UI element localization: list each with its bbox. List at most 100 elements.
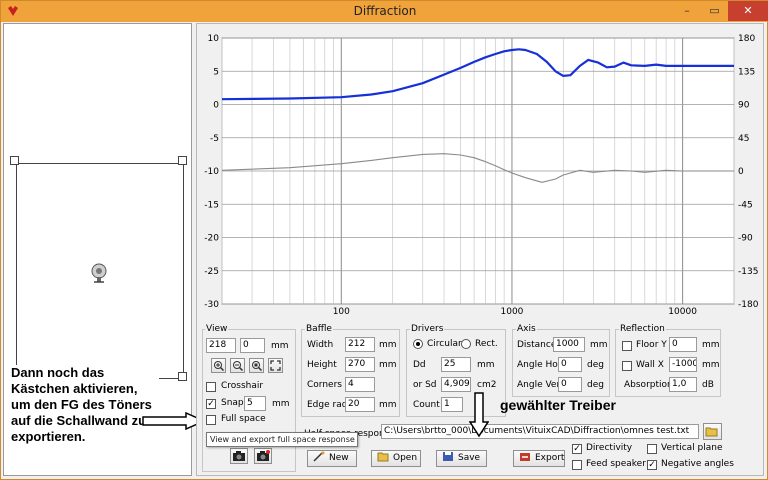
x-tick-label: 100 xyxy=(333,307,350,316)
zoom-in-icon xyxy=(214,361,225,372)
export-button[interactable]: Export xyxy=(513,450,565,467)
screenshot-button[interactable] xyxy=(230,448,248,464)
directivity-label: Directivity xyxy=(586,443,633,453)
count-label: Count xyxy=(413,400,440,410)
window-title: Diffraction xyxy=(353,4,417,18)
zoom-extents-button[interactable] xyxy=(268,358,283,373)
baffle-height-unit: mm xyxy=(379,360,397,370)
axis-group-label: Axis xyxy=(516,324,537,334)
coord-unit: mm xyxy=(271,341,289,351)
circular-label: Circular xyxy=(427,339,462,349)
distance-field[interactable]: 1000 xyxy=(553,337,585,352)
negative-angles-checkbox[interactable]: ✓ xyxy=(647,460,657,470)
angle-hor-unit: deg xyxy=(587,360,604,370)
baffle-corners-field[interactable]: 4 xyxy=(345,377,375,392)
y2-tick-label: -90 xyxy=(738,234,753,244)
maximize-button[interactable]: ▭ xyxy=(701,1,728,21)
zoom-out-button[interactable] xyxy=(230,358,245,373)
floor-field[interactable]: 0 xyxy=(669,337,697,352)
x-tick-label: 1000 xyxy=(501,307,524,316)
baffle-edge-field[interactable]: 20 xyxy=(345,397,375,412)
save-button-label: Save xyxy=(458,453,481,463)
snap-value-field[interactable]: 5 xyxy=(244,396,266,411)
title-bar[interactable]: Diffraction – ▭ ✕ xyxy=(1,1,768,22)
wall-checkbox[interactable] xyxy=(622,361,632,371)
y2-tick-label: -45 xyxy=(738,200,753,210)
annotation-export-note: Dann noch das Kästchen aktivieren, um de… xyxy=(9,365,159,445)
crosshair-checkbox[interactable] xyxy=(206,382,216,392)
resize-handle-top-right[interactable] xyxy=(178,156,187,165)
minimize-button[interactable]: – xyxy=(673,1,701,21)
baffle-width-field[interactable]: 212 xyxy=(345,337,375,352)
rect-radio[interactable] xyxy=(461,339,471,349)
directivity-checkbox[interactable]: ✓ xyxy=(572,444,582,454)
open-button[interactable]: Open xyxy=(371,450,421,467)
coord-y-field[interactable]: 0 xyxy=(240,338,265,353)
y2-tick-label: 45 xyxy=(738,134,749,144)
frequency-response-chart: 10 180 5 135 0 90 -5 45 -10 0 -15 -45 -20 -90 -25 -135 -… xyxy=(198,26,760,316)
angle-ver-label: Angle Ver xyxy=(517,380,561,390)
vertical-plane-checkbox[interactable] xyxy=(647,444,657,454)
new-button-label: New xyxy=(329,453,349,463)
y2-tick-label: -135 xyxy=(738,267,758,277)
camera-copy-icon xyxy=(257,450,270,461)
new-button[interactable]: New xyxy=(307,450,357,467)
floppy-disk-icon xyxy=(443,452,453,461)
y2-tick-label: 0 xyxy=(738,167,744,177)
screenshot-copy-button[interactable] xyxy=(254,448,272,464)
resize-handle-top-left[interactable] xyxy=(10,156,19,165)
baffle-height-field[interactable]: 270 xyxy=(345,357,375,372)
angle-hor-field[interactable]: 0 xyxy=(558,357,582,372)
sd-unit: cm2 xyxy=(477,380,497,390)
full-space-checkbox[interactable] xyxy=(206,415,216,425)
drivers-group-label: Drivers xyxy=(410,324,445,334)
absorption-field[interactable]: 1,0 xyxy=(669,377,697,392)
dd-label: Dd xyxy=(413,360,426,370)
arrow-down-icon xyxy=(469,392,489,438)
y-tick-label: -10 xyxy=(204,167,219,177)
y-tick-label: -15 xyxy=(204,200,219,210)
angle-ver-field[interactable]: 0 xyxy=(558,377,582,392)
rect-label: Rect. xyxy=(475,339,498,349)
open-button-label: Open xyxy=(393,453,418,463)
y-tick-label: -5 xyxy=(210,134,219,144)
camera-icon xyxy=(233,451,245,461)
browse-button[interactable] xyxy=(703,423,722,440)
y2-tick-label: 135 xyxy=(738,67,755,77)
zoom-extents-icon xyxy=(270,360,281,371)
reflection-group-label: Reflection xyxy=(619,324,666,334)
zoom-window-button[interactable] xyxy=(249,358,264,373)
count-field[interactable]: 1 xyxy=(441,397,463,412)
annotation-driver-note: gewählter Treiber xyxy=(500,397,616,413)
close-button[interactable]: ✕ xyxy=(728,1,768,21)
floor-checkbox[interactable] xyxy=(622,341,632,351)
negative-angles-label: Negative angles xyxy=(661,459,734,469)
baffle-corners-label: Corners xyxy=(307,380,342,390)
feed-speaker-checkbox[interactable] xyxy=(572,460,582,470)
wall-field[interactable]: -1000 xyxy=(669,357,697,372)
coord-x-field[interactable]: 218 xyxy=(206,338,236,353)
save-button[interactable]: Save xyxy=(436,450,487,467)
folder-icon xyxy=(377,452,389,462)
circular-radio[interactable] xyxy=(413,339,423,349)
floor-label: Floor Y xyxy=(636,340,667,350)
snap-checkbox[interactable]: ✓ xyxy=(206,399,216,409)
resize-handle-bottom-right[interactable] xyxy=(178,372,187,381)
full-space-label: Full space xyxy=(221,414,266,424)
sd-label: or Sd xyxy=(413,380,437,390)
driver-speaker-icon[interactable] xyxy=(88,262,110,284)
sd-field[interactable]: 4,909 xyxy=(441,377,471,392)
baffle-edge-unit: mm xyxy=(379,400,397,410)
feed-speaker-label: Feed speaker xyxy=(586,459,646,469)
baffle-edge-label: Edge rad. xyxy=(307,400,351,410)
snap-unit: mm xyxy=(272,399,290,409)
half-space-path-field[interactable]: C:\Users\brtto_000\Documents\VituixCAD\D… xyxy=(381,424,699,439)
y2-tick-label: -180 xyxy=(738,300,759,310)
y-tick-label: 10 xyxy=(208,34,220,44)
zoom-in-button[interactable] xyxy=(211,358,226,373)
absorption-unit: dB xyxy=(702,380,714,390)
export-button-label: Export xyxy=(535,453,565,463)
dd-field[interactable]: 25 xyxy=(441,357,471,372)
angle-ver-unit: deg xyxy=(587,380,604,390)
zoom-window-icon xyxy=(252,361,263,372)
